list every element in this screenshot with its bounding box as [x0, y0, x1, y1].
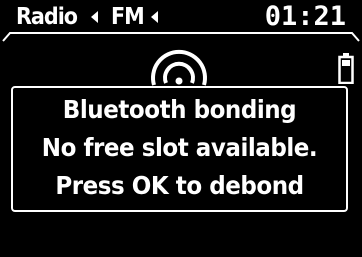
bluetooth-bonding-dialog[interactable]: Bluetooth bonding No free slot available… — [11, 86, 348, 212]
dialog-instruction: Press OK to debond — [55, 171, 304, 200]
dialog-message: No free slot available. — [41, 133, 318, 162]
left-triangle-icon — [151, 11, 158, 23]
clock: 01:21 — [264, 1, 346, 32]
breadcrumb-source[interactable]: Radio — [16, 2, 78, 32]
broadcast-signal-icon — [151, 49, 207, 86]
display-screen: Radio FM 01:21 Bluetooth bonding No free… — [0, 0, 362, 257]
breadcrumb-band[interactable]: FM — [111, 2, 145, 32]
dialog-title: Bluetooth bonding — [62, 95, 297, 124]
status-bar: Radio FM 01:21 — [0, 0, 362, 42]
left-triangle-icon — [91, 11, 98, 23]
battery-icon — [338, 53, 354, 84]
